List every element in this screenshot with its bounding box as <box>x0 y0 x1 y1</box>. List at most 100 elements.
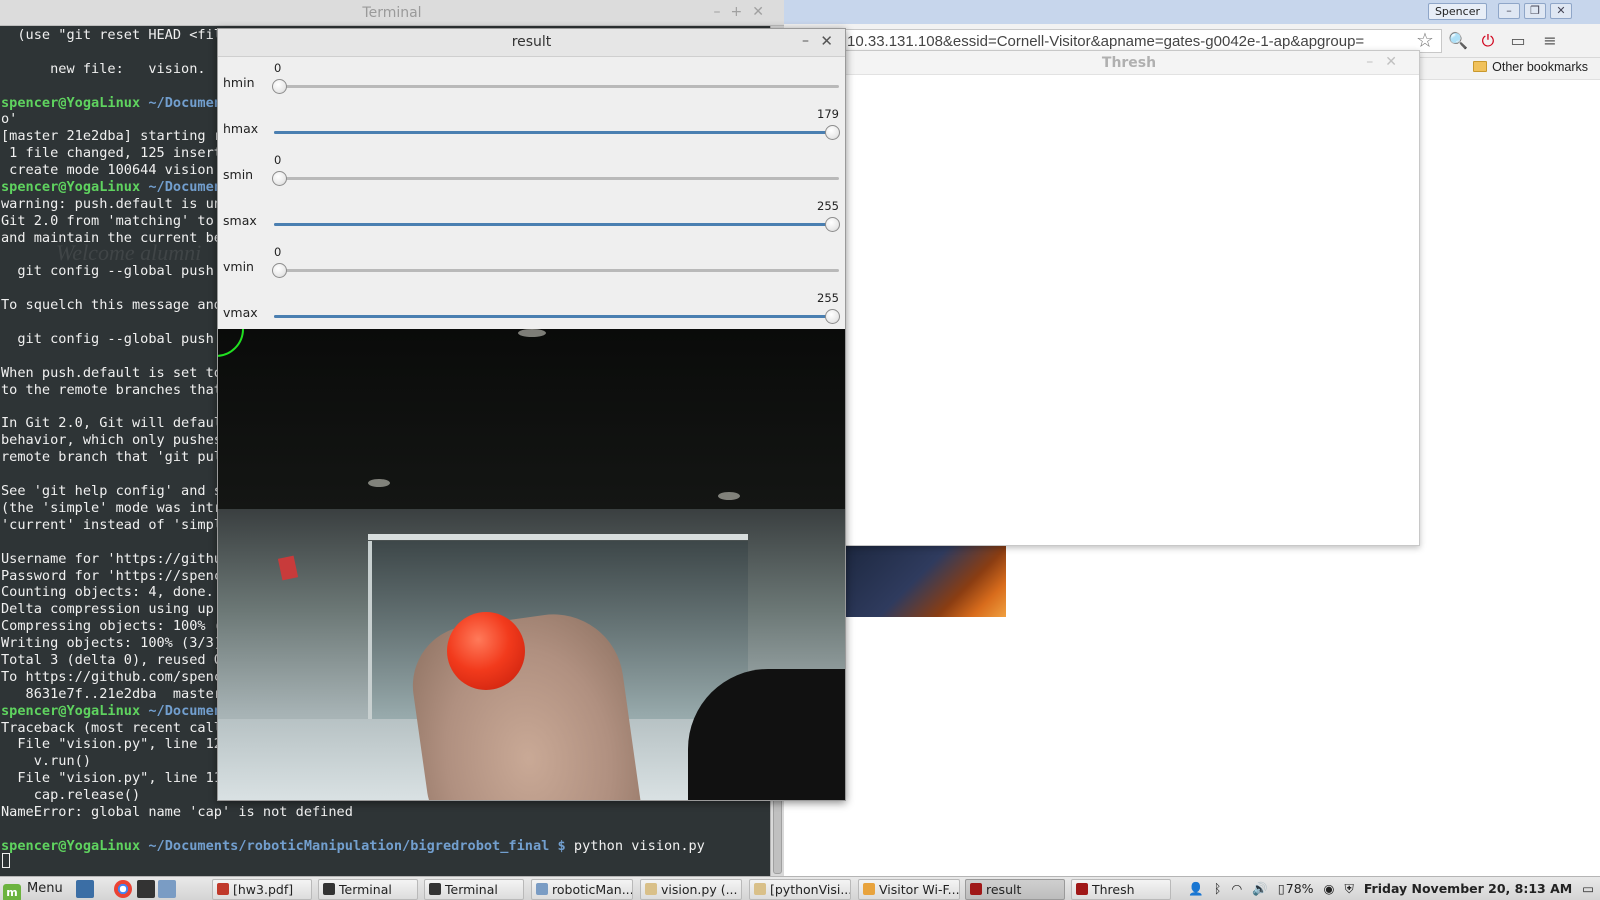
camera-ceiling <box>218 329 845 529</box>
trackbar-handle[interactable] <box>272 79 287 94</box>
prompt-user: spencer@YogaLinux <box>1 837 141 854</box>
terminal-launcher-icon[interactable] <box>137 880 155 898</box>
trackbar-handle[interactable] <box>272 171 287 186</box>
trackbar-smax: smax 255 <box>218 195 845 241</box>
app-icon <box>323 883 335 895</box>
terminal-line-text: NameError: global name 'cap' is not defi… <box>1 803 353 820</box>
trackbar-groove[interactable] <box>274 269 839 272</box>
app-icon <box>536 883 548 895</box>
close-icon[interactable]: ✕ <box>820 32 833 50</box>
folder-icon <box>1473 61 1488 72</box>
terminal-line-text: behavior, which only pushes <box>1 432 231 449</box>
volume-icon[interactable]: 🔊 <box>1252 881 1268 896</box>
chrome-close-button[interactable]: ✕ <box>1550 3 1572 19</box>
terminal-line-text: 1 file changed, 125 inserti <box>1 145 231 162</box>
chrome-user-badge[interactable]: Spencer <box>1427 3 1487 20</box>
thresh-window-controls[interactable]: –✕ <box>1366 54 1409 70</box>
terminal-line-text: o' <box>1 111 18 128</box>
chrome-minimize-button[interactable]: – <box>1498 3 1520 19</box>
trackbar-groove[interactable] <box>274 315 839 318</box>
trackbar-fill <box>274 223 839 226</box>
shield-icon[interactable]: ⛨ <box>1344 881 1353 896</box>
trackbar-label: vmax <box>223 305 258 320</box>
user-icon[interactable]: 👤 <box>1188 881 1204 896</box>
camera-red-ball <box>447 612 525 690</box>
taskbar-item[interactable]: [pythonVisi... <box>749 879 851 900</box>
minimize-icon[interactable]: – <box>802 33 809 49</box>
trackbar-handle[interactable] <box>825 125 840 140</box>
show-desktop-icon[interactable] <box>76 880 94 898</box>
trackbar-handle[interactable] <box>272 263 287 278</box>
terminal-titlebar[interactable]: Terminal –+✕ <box>0 0 784 26</box>
app-icon <box>863 883 875 895</box>
prompt-path: ~/Documen <box>148 702 222 719</box>
prompt-path: ~/Documen <box>148 179 222 196</box>
app-icon <box>217 883 229 895</box>
taskbar-item[interactable]: roboticMan... <box>531 879 633 900</box>
terminal-title: Terminal <box>362 5 422 21</box>
terminal-line-text: Counting objects: 4, done. <box>1 584 214 601</box>
trackbar-handle[interactable] <box>825 309 840 324</box>
terminal-line-text: Git 2.0 from 'matching' to <box>1 212 222 229</box>
terminal-line-text: cap.release() <box>1 787 141 804</box>
terminal-line-text: File "vision.py", line 125 <box>1 736 231 753</box>
trackbar-value: 255 <box>817 291 839 305</box>
clock[interactable]: Friday November 20, 8:13 AM <box>1364 881 1572 896</box>
prompt-path: ~/Documen <box>148 94 222 111</box>
taskbar-item[interactable]: Thresh <box>1071 879 1171 900</box>
trackbar-value: 255 <box>817 199 839 213</box>
mint-logo-icon: m <box>3 884 21 900</box>
bluetooth-icon[interactable]: ᛒ <box>1214 881 1222 896</box>
trackbar-hmin: hmin 0 <box>218 57 845 103</box>
cast-icon[interactable]: ▭ <box>1508 31 1528 51</box>
taskbar-item[interactable]: Terminal <box>318 879 418 900</box>
app-icon <box>429 883 441 895</box>
taskbar-item-label: Terminal <box>445 882 498 897</box>
adblock-icon[interactable]: ⏻ <box>1478 31 1498 51</box>
battery-icon[interactable]: ▯ <box>1278 881 1285 896</box>
trackbar-groove[interactable] <box>274 131 839 134</box>
trackbar-groove[interactable] <box>274 177 839 180</box>
taskbar: m Menu [hw3.pdf] Terminal Terminal roboticMa… <box>0 876 1600 900</box>
show-desktop-tray-icon[interactable]: ▭ <box>1582 881 1594 896</box>
thresh-window: Thresh –✕ <box>838 50 1420 546</box>
files-launcher-icon[interactable] <box>158 880 176 898</box>
thresh-titlebar[interactable]: Thresh –✕ <box>839 51 1419 75</box>
chrome-maximize-button[interactable]: ❐ <box>1524 3 1546 19</box>
bookmark-star-icon[interactable]: ☆ <box>1416 28 1434 52</box>
last-command: python vision.py <box>573 837 705 854</box>
trackbar-groove[interactable] <box>274 223 839 226</box>
wifi-icon[interactable]: ◠ <box>1231 881 1242 896</box>
other-bookmarks[interactable]: Other bookmarks <box>1473 60 1588 74</box>
taskbar-item[interactable]: Terminal <box>424 879 524 900</box>
trackbar-value: 0 <box>274 245 282 259</box>
app-icon <box>754 883 766 895</box>
chrome-titlebar[interactable]: Spencer – ❐ ✕ <box>784 0 1600 24</box>
prompt-user: spencer@YogaLinux <box>1 179 149 196</box>
thresh-title: Thresh <box>1101 55 1157 71</box>
trackbar-handle[interactable] <box>825 217 840 232</box>
taskbar-item[interactable]: vision.py (... <box>640 879 742 900</box>
menu-button[interactable]: m Menu <box>3 879 69 900</box>
taskbar-item[interactable]: result <box>965 879 1065 900</box>
chrome-launcher-icon[interactable] <box>114 880 132 898</box>
taskbar-item-label: [hw3.pdf] <box>233 882 294 897</box>
taskbar-item[interactable]: Visitor Wi-F... <box>858 879 960 900</box>
camera-light <box>368 479 390 487</box>
terminal-line-text: to the remote branches that <box>1 381 231 398</box>
trackbar-groove[interactable] <box>274 85 839 88</box>
terminal-window-controls[interactable]: –+✕ <box>714 4 774 20</box>
system-tray: 👤 ᛒ ◠ 🔊 ▯78% ◉ ⛨ Friday November 20, 8:1… <box>1182 880 1594 898</box>
prompt-user: spencer@YogaLinux <box>1 94 149 111</box>
chrome-menu-icon[interactable]: ≡ <box>1540 31 1560 51</box>
terminal-line-text: When push.default is set to <box>1 364 231 381</box>
terminal-command-line: spencer@YogaLinux ~/Documents/roboticMan… <box>1 838 705 855</box>
terminal-line-text: To https://github.com/spence <box>1 668 231 685</box>
trackbar-value: 0 <box>274 61 282 75</box>
taskbar-item[interactable]: [hw3.pdf] <box>212 879 312 900</box>
extension-search-icon[interactable]: 🔍 <box>1448 31 1468 51</box>
chrome-tray-icon[interactable]: ◉ <box>1324 881 1335 896</box>
trackbar-value: 179 <box>817 107 839 121</box>
result-titlebar[interactable]: result – ✕ <box>218 29 845 57</box>
